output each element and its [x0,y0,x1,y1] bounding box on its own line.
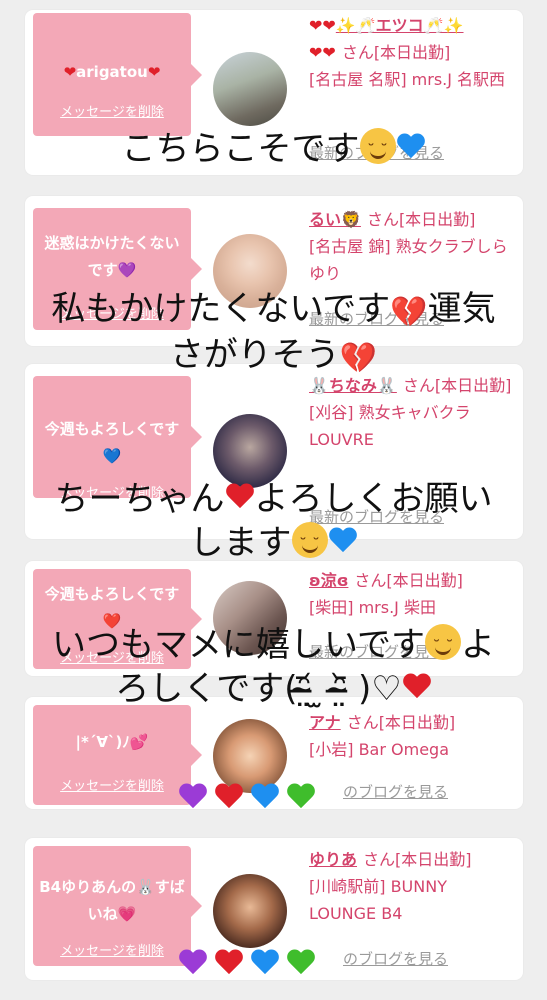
heart-icon: ❤❤ [309,43,336,62]
cast-name-link[interactable]: ʚ涼ɞ [309,571,348,590]
cast-info: ❤❤✨🥂エツコ🥂✨ ❤❤ さん[本日出勤] [名古屋 名駅] mrs.J 名駅西 [309,12,514,93]
heart-icon: ❤ [147,63,161,81]
store-name: [刈谷] 熟女キャバクラLOUVRE [309,403,471,449]
message-text: B4ゆりあんの🐰すばいね💗 [39,878,185,923]
broken-heart-icon: 💔 [339,341,378,376]
pleading-face-icon [424,624,461,668]
overlay-caption: いつもマメに嬉しいですよ [0,624,547,668]
blue-heart-icon [250,950,280,978]
overlay-caption: さがりそう💔 [0,334,547,380]
message-text: 今週もよろしくです💙 [44,420,180,465]
message-bubble: ❤arigatou❤ メッセージを削除 [33,13,202,136]
message-bubble: |*´∀`)ﾉ💕 メッセージを削除 [33,705,202,805]
heart-icon [328,528,358,556]
smiling-face-icon [359,128,396,172]
heart-sticker-row [178,784,322,824]
cast-status: さん[本日出勤] [366,210,476,229]
heart-icon: ❤❤ [309,16,336,35]
message-bubble: B4ゆりあんの🐰すばいね💗 メッセージを削除 [33,846,202,966]
blue-heart-icon [250,784,280,812]
cast-name-link[interactable]: アナ [309,713,341,732]
avatar[interactable] [213,874,287,948]
purple-heart-icon [178,950,208,978]
overlay-caption: します [0,522,547,566]
overlay-caption: 私もかけたくないです💔運気 [0,288,547,334]
cast-info: ゆりあ さん[本日出勤] [川崎駅前] BUNNY LOUNGE B4 [309,846,514,927]
cast-info: 🐰ちなみ🐰 さん[本日出勤] [刈谷] 熟女キャバクラLOUVRE [309,372,514,453]
message-text: |*´∀`)ﾉ💕 [75,733,149,751]
delete-message-link[interactable]: メッセージを削除 [33,775,191,794]
store-name: [川崎駅前] BUNNY LOUNGE B4 [309,877,447,923]
cast-status: さん[本日出勤] [341,43,451,62]
cast-status: さん[本日出勤] [354,571,463,590]
green-heart-icon [286,784,316,812]
red-heart-icon [214,784,244,812]
store-name: [小岩] Bar Omega [309,740,450,759]
message-text: 迷惑はかけたくないです💜 [44,234,180,279]
avatar[interactable] [213,52,287,126]
store-name: [名古屋 名駅] mrs.J 名駅西 [309,70,506,89]
overlay-caption: ろしくです(ᵔ̴̶̤᷄ ̫ ᵔ̴̶̤᷅ )♡ [0,668,547,710]
cast-name-link[interactable]: ゆりあ [309,850,357,869]
message-text: ❤arigatou❤ [63,63,161,81]
cast-name-link[interactable]: ✨🥂エツコ🥂✨ [336,16,464,35]
blog-link[interactable]: のブログを見る [343,948,448,969]
heart-icon: ❤ [63,63,77,81]
blog-link[interactable]: のブログを見る [343,781,448,802]
cast-name-link[interactable]: るい🦁 [309,210,361,229]
cast-info: るい🦁 さん[本日出勤] [名古屋 錦] 熟女クラブしらゆり [309,206,514,287]
cast-info: アナ さん[本日出勤] [小岩] Bar Omega [309,709,514,763]
overlay-caption: ちーちゃん よろしくお願い [54,479,493,519]
cast-status: さん[本日出勤] [363,850,472,869]
delete-message-link[interactable]: メッセージを削除 [33,101,191,120]
heart-icon [225,484,255,512]
cast-info: ʚ涼ɞ さん[本日出勤] [柴田] mrs.J 柴田 [309,567,514,621]
store-name: [名古屋 錦] 熟女クラブしらゆり [309,237,508,283]
purple-heart-icon [178,784,208,812]
delete-message-link[interactable]: メッセージを削除 [33,940,191,959]
red-heart-icon [214,950,244,978]
smiling-face-icon [291,522,328,566]
broken-heart-icon: 💔 [390,295,428,330]
cast-status: さん[本日出勤] [346,713,456,732]
avatar[interactable] [213,414,287,488]
overlay-caption: こちらこそです [0,128,547,172]
heart-icon [402,674,432,702]
store-name: [柴田] mrs.J 柴田 [309,598,436,617]
heart-icon [396,134,426,162]
avatar[interactable] [213,719,287,793]
heart-sticker-row [178,950,322,990]
green-heart-icon [286,950,316,978]
